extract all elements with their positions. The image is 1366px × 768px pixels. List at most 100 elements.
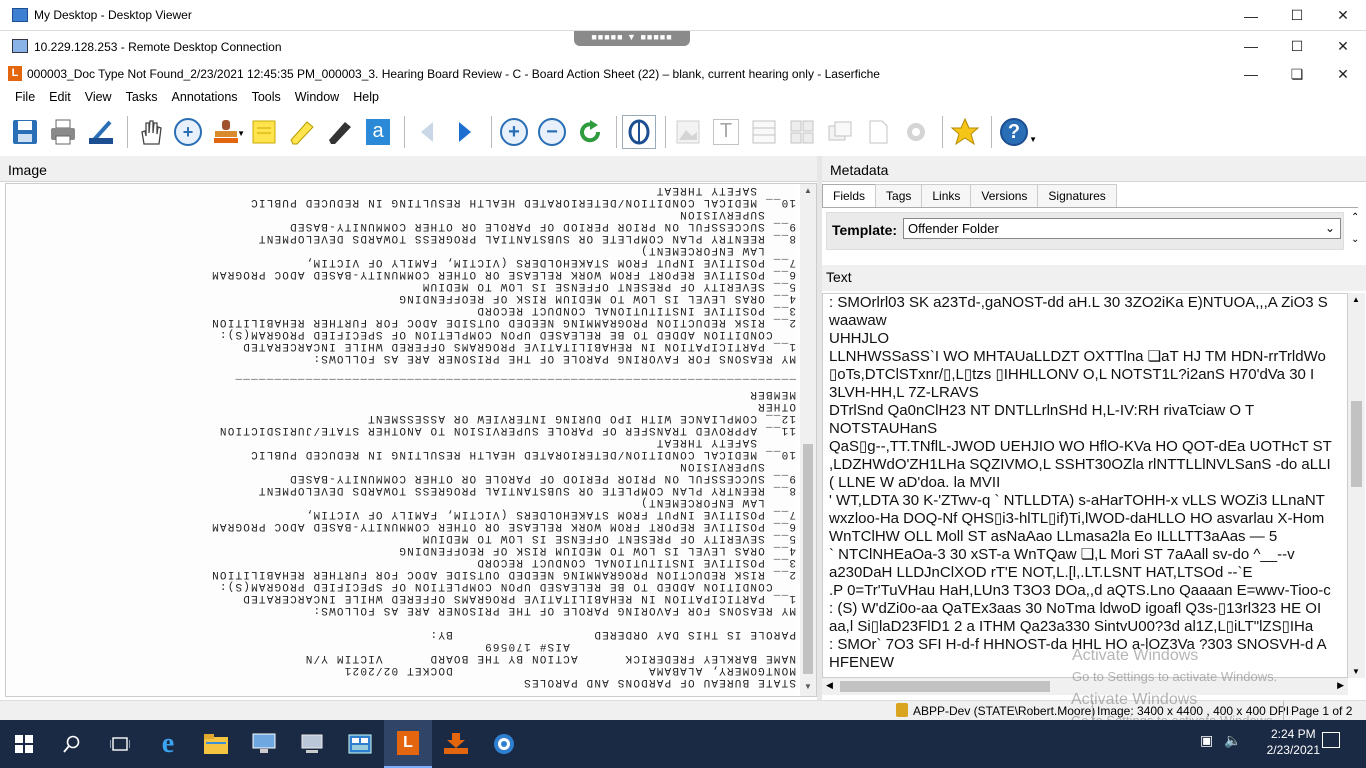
scanner-icon[interactable] (84, 115, 118, 149)
document-line: 10__ MEDICAL CONDITION/DETERIORATED HEAL… (249, 196, 796, 208)
text-pane-header: Text (822, 265, 1366, 291)
rdp-maximize-button[interactable]: ☐ (1274, 32, 1320, 60)
text-pane-icon[interactable]: T (709, 115, 743, 149)
ocr-text-line: ( LLNE W aD'doa. la MVII (829, 474, 1001, 491)
print-icon[interactable] (46, 115, 80, 149)
text-pane-title: Text (826, 269, 852, 285)
laserfiche-taskbar-icon[interactable]: L (384, 720, 432, 768)
doc-minimize-button[interactable]: — (1228, 61, 1274, 87)
template-select[interactable]: Offender Folder ⌄ (903, 218, 1341, 239)
scroll-up-arrow-icon[interactable]: ⌃ (1351, 212, 1359, 223)
pen-icon[interactable] (323, 115, 357, 149)
refresh-icon[interactable] (573, 115, 607, 149)
scanned-page[interactable]: STATE BUREAU OF PARDONS AND PAROLES MONTG… (6, 184, 796, 696)
ocr-text-line: 3LVH-HH,L 7Z-LRAVS (829, 384, 979, 401)
document-line: 12__ COMPLIANCE WITH IPO DURING INTERVIE… (366, 412, 796, 424)
prev-page-icon[interactable] (410, 115, 444, 149)
image-viewer[interactable]: STATE BUREAU OF PARDONS AND PAROLES MONTG… (5, 183, 817, 697)
remote-desktop-icon[interactable] (240, 720, 288, 768)
zoom-in-icon[interactable]: + (497, 115, 531, 149)
menu-edit[interactable]: Edit (42, 87, 78, 109)
doc-close-button[interactable]: ✕ (1320, 61, 1366, 87)
settings-gear-taskbar-icon[interactable] (480, 720, 528, 768)
pan-hand-icon[interactable] (133, 115, 167, 149)
image-scroll-thumb[interactable] (803, 444, 813, 674)
menu-file[interactable]: File (8, 87, 42, 109)
zoom-tool-icon[interactable]: + (171, 115, 205, 149)
zoom-out-icon[interactable]: − (535, 115, 569, 149)
scroll-down-arrow-icon[interactable]: ▼ (1352, 667, 1360, 676)
image-vertical-scrollbar[interactable]: ▲ ▼ (800, 184, 816, 696)
settings-gear-icon[interactable] (899, 115, 933, 149)
search-icon[interactable] (48, 720, 96, 768)
ocr-text-area[interactable]: : SMOrlrl03 SK a23Td-,gaNOST-dd aH.L 30 … (822, 293, 1348, 678)
menu-tasks[interactable]: Tasks (119, 87, 165, 109)
document-icon[interactable] (861, 115, 895, 149)
rdp-close-button[interactable]: ✕ (1320, 32, 1366, 60)
image-pane-title: Image (8, 162, 47, 178)
next-page-icon[interactable] (448, 115, 482, 149)
document-line: 9__ SUCCESSFUL ON PRIOR PERIOD OF PAROLE… (288, 220, 796, 232)
tab-versions[interactable]: Versions (970, 184, 1039, 207)
start-windows-icon[interactable] (0, 720, 48, 768)
document-line: PAROLE IS THIS DAY ORDERED BY: (429, 628, 796, 640)
system-clock[interactable]: 2:24 PM 2/23/2021 (1267, 726, 1320, 758)
internet-explorer-icon[interactable]: e (144, 720, 192, 768)
minimize-button[interactable]: — (1228, 0, 1274, 31)
document-line: MY REASONS FOR FAVORING PAROLE OF THE PR… (312, 352, 796, 364)
document-line: 5__ SEVERITY OF PRESENT OFFENSE IS LOW T… (421, 532, 796, 544)
highlighter-icon[interactable] (285, 115, 319, 149)
sticky-note-icon[interactable] (247, 115, 281, 149)
text-annotation-icon[interactable]: a (361, 115, 395, 149)
scroll-down-arrow-icon[interactable]: ⌄ (1351, 234, 1359, 245)
network-icon[interactable]: ▣ (1200, 732, 1213, 749)
document-line: CONDITION ADDED TO BE RELEASED UPON COMP… (218, 580, 796, 592)
menu-tools[interactable]: Tools (245, 87, 288, 109)
metadata-pane-icon[interactable] (747, 115, 781, 149)
fields-scrollbar[interactable]: ⌃ ⌄ (1348, 212, 1364, 252)
document-line: OTHER (756, 400, 796, 412)
notification-icon[interactable] (1322, 732, 1340, 748)
scroll-up-arrow-icon[interactable]: ▲ (1352, 295, 1360, 304)
window-layout-icon[interactable] (823, 115, 857, 149)
help-icon[interactable]: ? ▼ (997, 115, 1037, 149)
scroll-down-arrow-icon[interactable]: ▼ (803, 682, 813, 694)
text-hscroll-thumb[interactable] (840, 681, 1050, 692)
menu-annotations[interactable]: Annotations (165, 87, 245, 109)
close-button[interactable]: ✕ (1320, 0, 1366, 31)
tab-tags[interactable]: Tags (875, 184, 923, 207)
text-scroll-thumb[interactable] (1351, 401, 1362, 487)
file-explorer-icon[interactable] (192, 720, 240, 768)
ocr-text-line: ,LDZHWdO'ZH1LHa SQZIVMO,L SSHT30OZla rlN… (829, 456, 1331, 473)
control-panel-icon[interactable] (336, 720, 384, 768)
star-icon[interactable] (948, 115, 982, 149)
annotations-pane-icon[interactable] (785, 115, 819, 149)
scroll-right-arrow-icon[interactable]: ▶ (1337, 680, 1344, 691)
menu-help[interactable]: Help (346, 87, 386, 109)
rdp-minimize-button[interactable]: — (1228, 32, 1274, 60)
tab-signatures[interactable]: Signatures (1037, 184, 1117, 207)
document-line: 4__ ORAS LEVEL IS LOW TO MEDIUM RISK OF … (398, 292, 796, 304)
task-view-icon[interactable] (96, 720, 144, 768)
maximize-button[interactable]: ☐ (1274, 0, 1320, 31)
stamp-icon[interactable]: ▼ (209, 115, 245, 149)
template-row: Template: Offender Folder ⌄ (826, 212, 1344, 250)
ocr-icon[interactable] (622, 114, 656, 149)
network-computer-icon[interactable] (288, 720, 336, 768)
rdp-connection-bar[interactable]: ■■■■■ ▼ ■■■■■ (574, 31, 690, 46)
save-icon[interactable] (8, 115, 42, 149)
download-tray-icon[interactable] (432, 720, 480, 768)
menu-view[interactable]: View (78, 87, 119, 109)
ocr-text-line: : (S) W'dZi0o-aa QaTEx3aas 30 NoTma ldwo… (829, 600, 1322, 617)
doc-restore-button[interactable]: ❏ (1274, 61, 1320, 87)
tab-links[interactable]: Links (921, 184, 972, 207)
thumbnail-icon[interactable] (671, 115, 705, 149)
volume-icon[interactable]: 🔈 (1224, 732, 1241, 749)
menu-window[interactable]: Window (288, 87, 346, 109)
desktop-viewer-title: My Desktop - Desktop Viewer (34, 8, 192, 22)
scroll-left-arrow-icon[interactable]: ◀ (826, 680, 833, 691)
scroll-up-arrow-icon[interactable]: ▲ (803, 186, 813, 198)
tab-fields[interactable]: Fields (822, 184, 877, 207)
text-vertical-scrollbar[interactable]: ▲ ▼ (1348, 293, 1365, 678)
